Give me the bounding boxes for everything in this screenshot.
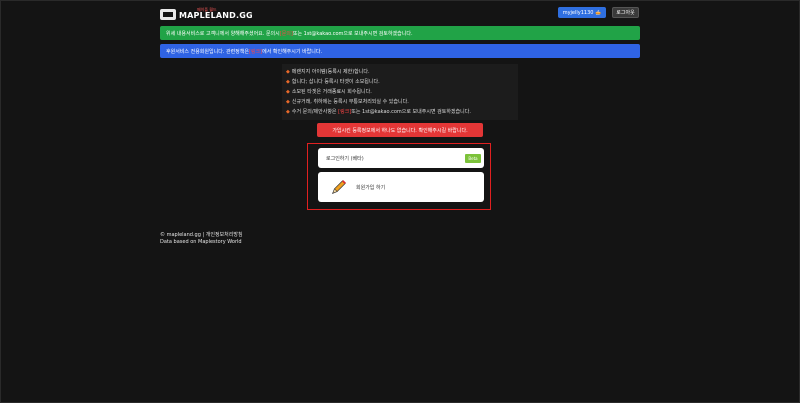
pencil-icon xyxy=(332,180,346,194)
green-banner-text: 위세 내용서비스로 고객니께서 양해해주셨어요. 문의시 xyxy=(166,30,280,37)
site-logo[interactable]: 메이플 월드 MAPLELAND.GG xyxy=(160,6,253,22)
green-banner-link[interactable]: [문의] xyxy=(280,30,293,37)
login-option-label: 로그인하기 (베타) xyxy=(326,155,364,162)
bullet-icon: ◆ xyxy=(286,89,290,95)
logo-mark-icon xyxy=(160,8,176,20)
blue-banner-text-end: 에서 확인해주시기 바랍니다. xyxy=(262,48,323,55)
footer: © mapleland.gg | 개인정보처리방침 Data based on … xyxy=(160,232,243,246)
auth-options-box: 로그인하기 (베타) Beta 회원가입 하기 xyxy=(307,143,491,210)
bullet-icon: ◆ xyxy=(286,99,290,105)
notice-item: ◆ 신규거래, 취하에는 등록시 무통보처리되실 수 있습니다. xyxy=(286,99,409,105)
logo-title: MAPLELAND.GG xyxy=(179,11,253,20)
blue-notice-banner: 후원서비스 전용회원입니다. 관련정책은 [링크] 에서 확인해주시기 바랍니다. xyxy=(160,44,640,58)
bullet-icon: ◆ xyxy=(286,79,290,85)
rules-notice: ◆ 메랜지지 아이템(등록시 제한)합니다. ◆ 합니다; 삽니다 등록시 타겟이 … xyxy=(282,64,518,120)
user-account-button[interactable]: myjelly1130 🥧 xyxy=(558,7,606,18)
logout-button[interactable]: 로그아웃 xyxy=(612,7,639,18)
green-banner-text-end: 또는 1st@kakao.com으로 보내주시면 검토하겠습니다. xyxy=(292,30,413,37)
blue-banner-text: 후원서비스 전용회원입니다. 관련정책은 xyxy=(166,48,249,55)
bullet-icon: ◆ xyxy=(286,109,290,115)
notice-item: ◆ 소모된 타겟은 거래종료시 회수됩니다. xyxy=(286,89,372,95)
blue-banner-link[interactable]: [링크] xyxy=(249,48,262,55)
notice-item: ◆ 메랜지지 아이템(등록시 제한)합니다. xyxy=(286,69,370,75)
footer-copyright[interactable]: © mapleland.gg | 개인정보처리방침 xyxy=(160,232,243,239)
register-option-button[interactable]: 회원가입 하기 xyxy=(318,172,484,202)
alert-message: 가입시킨 등록정보에서 하나도 없습니다. 확인해주시길 바랍니다. xyxy=(317,123,483,137)
beta-badge: Beta xyxy=(465,154,481,163)
logo-text: 메이플 월드 MAPLELAND.GG xyxy=(179,8,253,20)
header: 메이플 월드 MAPLELAND.GG myjelly1130 🥧 로그아웃 xyxy=(160,6,640,24)
notice-item: ◆ 합니다; 삽니다 등록시 타겟이 소모됩니다. xyxy=(286,79,380,85)
login-option-button[interactable]: 로그인하기 (베타) Beta xyxy=(318,148,484,168)
green-notice-banner: 위세 내용서비스로 고객니께서 양해해주셨어요. 문의시 [문의] 또는 1st… xyxy=(160,26,640,40)
notice-link[interactable]: [링크] xyxy=(338,109,351,115)
footer-data-credit: Data based on Maplestory World xyxy=(160,239,242,245)
register-option-label: 회원가입 하기 xyxy=(356,184,386,191)
bullet-icon: ◆ xyxy=(286,69,290,75)
notice-item: ◆ 수거 문의/제안사항은 [링크]또는 1st@kakao.com으로 보내주시… xyxy=(286,109,471,115)
